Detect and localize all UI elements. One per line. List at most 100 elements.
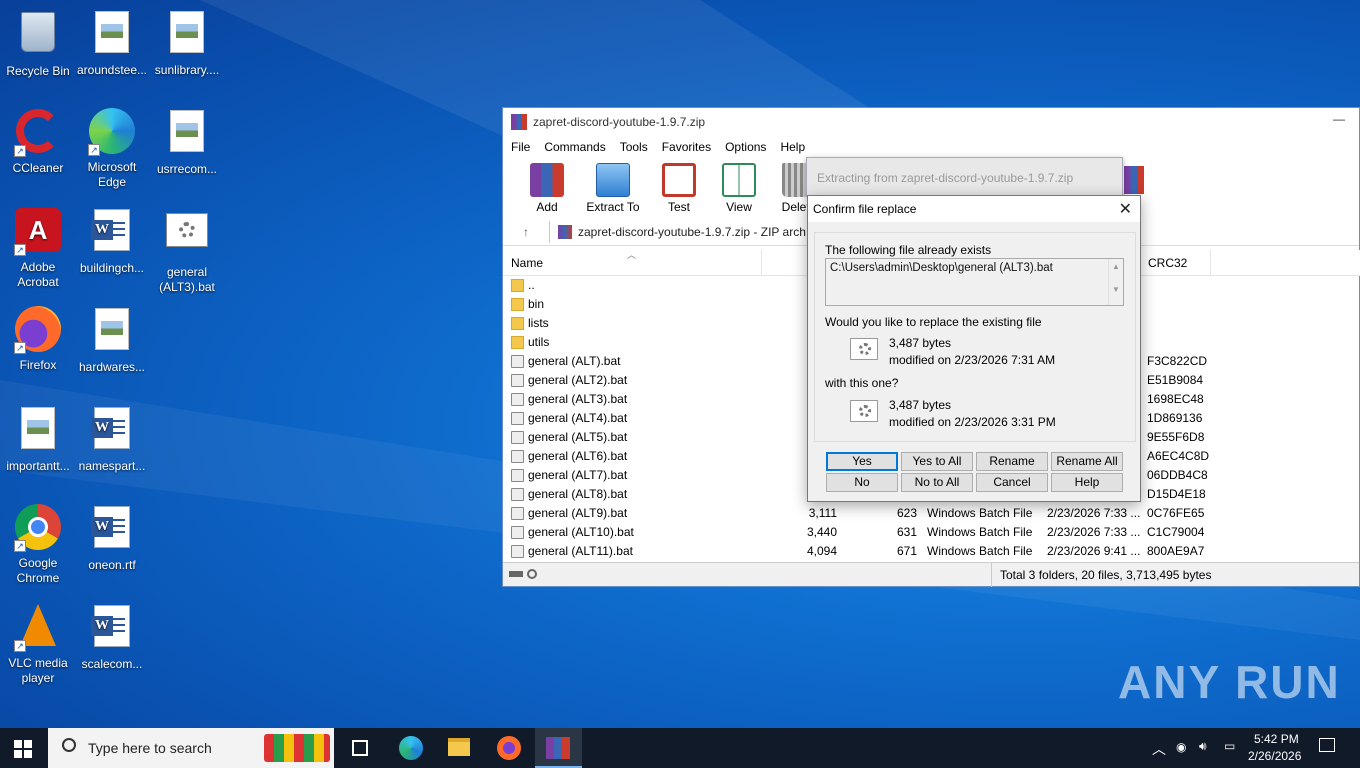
clock-time[interactable]: 5:42 PM	[1254, 732, 1299, 746]
column-crc32[interactable]: CRC32	[1148, 256, 1187, 270]
new-file-modified: modified on 2/23/2026 3:31 PM	[889, 415, 1056, 429]
file-crc: E51B9084	[1147, 373, 1204, 387]
file-type: Windows Batch File	[927, 506, 1033, 520]
word-doc-icon: W	[88, 506, 136, 554]
desktop-icon-usrrecom[interactable]: usrrecom...	[149, 107, 225, 177]
yes-to-all-button[interactable]: Yes to All	[901, 452, 973, 471]
menu-tools[interactable]: Tools	[620, 140, 648, 154]
desktop-icon-hardwares[interactable]: hardwares...	[74, 305, 150, 375]
desktop-icon-sunlibrary[interactable]: sunlibrary....	[149, 8, 225, 78]
volume-icon[interactable]: 🔊︎	[1199, 739, 1207, 754]
start-button[interactable]	[14, 740, 32, 758]
chevron-up-icon[interactable]: ︿	[1152, 739, 1166, 759]
file-name: bin	[528, 297, 545, 311]
batch-file-icon	[511, 412, 524, 425]
desktop-icon-edge[interactable]: ↗ Microsoft Edge	[74, 107, 150, 190]
no-button[interactable]: No	[826, 473, 898, 492]
desktop-icon-label: Recycle Bin	[6, 64, 70, 78]
batch-file-icon	[511, 488, 524, 501]
file-size: 3,111	[808, 506, 837, 520]
file-row[interactable]: general (ALT11).bat 4,094 671 Windows Batch…	[503, 542, 1360, 561]
menu-file[interactable]: File	[511, 140, 530, 154]
close-icon[interactable]: ✕	[1119, 199, 1132, 219]
existing-file-path[interactable]: C:\Users\admin\Desktop\general (ALT3).ba…	[825, 258, 1124, 306]
word-doc-icon: W	[88, 605, 136, 653]
drive-icon	[509, 571, 523, 577]
window-title: zapret-discord-youtube-1.9.7.zip	[533, 115, 706, 129]
extract-to-button[interactable]: Extract To	[583, 163, 643, 218]
desktop-icon-label: hardwares...	[78, 360, 146, 374]
desktop-icon-scalecom[interactable]: W scalecom...	[74, 602, 150, 672]
firefox-taskbar-icon[interactable]	[497, 736, 521, 760]
desktop-icon-vlc[interactable]: ↗ VLC media player	[0, 602, 76, 686]
up-arrow-icon[interactable]: ↑	[503, 225, 549, 239]
task-view-icon[interactable]	[352, 740, 368, 756]
winrar-logo-icon	[511, 114, 527, 130]
file-modified: 2/23/2026 7:33 ...	[1047, 506, 1141, 520]
batch-file-icon	[511, 374, 524, 387]
clock-date[interactable]: 2/26/2026	[1248, 749, 1301, 763]
desktop-icon-chrome[interactable]: ↗ Google Chrome	[0, 503, 76, 586]
network-icon[interactable]: ▭	[1224, 739, 1235, 753]
menu-options[interactable]: Options	[725, 140, 766, 154]
menu-commands[interactable]: Commands	[544, 140, 605, 154]
menu-help[interactable]: Help	[780, 140, 805, 154]
dialog-title: Confirm file replace	[813, 202, 917, 216]
rename-button[interactable]: Rename	[976, 452, 1048, 471]
image-file-icon	[14, 407, 62, 455]
extract-progress-dialog: Extracting from zapret-discord-youtube-1…	[806, 157, 1123, 197]
meet-now-icon[interactable]: ◉	[1176, 740, 1186, 754]
desktop-icon-ccleaner[interactable]: ↗ CCleaner	[0, 107, 76, 176]
desktop-icon-label: buildingch...	[79, 261, 145, 275]
menu-favorites[interactable]: Favorites	[662, 140, 711, 154]
desktop-icon-importantt[interactable]: importantt...	[0, 404, 76, 474]
add-archive-icon	[530, 163, 564, 197]
image-file-icon	[88, 308, 136, 356]
image-file-icon	[163, 11, 211, 59]
desktop-icon-label: Firefox	[19, 358, 57, 372]
desktop-icon-firefox[interactable]: ↗ Firefox	[0, 305, 76, 373]
file-name: general (ALT7).bat	[528, 468, 628, 482]
winrar-taskbar-button[interactable]	[535, 728, 582, 768]
exists-label: The following file already exists	[825, 243, 992, 257]
file-modified: 2/23/2026 9:41 ...	[1047, 544, 1141, 558]
file-modified: 2/23/2026 7:33 ...	[1047, 525, 1141, 539]
edge-taskbar-icon[interactable]	[399, 736, 423, 760]
desktop-icon-general-alt3[interactable]: general (ALT3).bat	[149, 206, 225, 295]
desktop-icon-recycle-bin[interactable]: Recycle Bin	[0, 8, 76, 79]
taskbar-search-box[interactable]: Type here to search	[48, 728, 334, 768]
desktop-icon-oneon[interactable]: W oneon.rtf	[74, 503, 150, 573]
minimize-button[interactable]: —	[1333, 112, 1345, 126]
replace-question: Would you like to replace the existing f…	[825, 315, 1042, 329]
desktop-icon-buildingch[interactable]: W buildingch...	[74, 206, 150, 276]
cancel-button[interactable]: Cancel	[976, 473, 1048, 492]
yes-button[interactable]: Yes	[826, 452, 898, 471]
file-name: general (ALT9).bat	[528, 506, 628, 520]
desktop-icon-acrobat[interactable]: A ↗ Adobe Acrobat	[0, 206, 76, 290]
file-row[interactable]: general (ALT9).bat 3,111 623 Windows Batch …	[503, 504, 1360, 523]
add-button[interactable]: Add	[523, 163, 571, 218]
batch-file-icon	[163, 213, 211, 261]
test-button[interactable]: Test	[655, 163, 703, 218]
window-titlebar: zapret-discord-youtube-1.9.7.zip —	[503, 108, 1359, 136]
notification-icon[interactable]	[1319, 738, 1335, 752]
help-button[interactable]: Help	[1051, 473, 1123, 492]
zip-archive-icon	[558, 224, 572, 239]
desktop-icon-label: importantt...	[6, 459, 70, 473]
word-doc-icon: W	[88, 407, 136, 455]
no-to-all-button[interactable]: No to All	[901, 473, 973, 492]
vlc-icon: ↗	[14, 604, 62, 652]
archive-path[interactable]: zapret-discord-youtube-1.9.7.zip - ZIP a…	[549, 220, 806, 243]
desktop-icon-label: oneon.rtf	[88, 558, 136, 572]
file-row[interactable]: general (ALT10).bat 3,440 631 Windows Batch…	[503, 523, 1360, 542]
file-explorer-icon[interactable]	[448, 738, 470, 756]
view-button[interactable]: View	[715, 163, 763, 218]
rename-all-button[interactable]: Rename All	[1051, 452, 1123, 471]
file-name: ..	[528, 278, 535, 292]
old-file-gear-icon	[850, 338, 878, 360]
desktop-icon-label: Microsoft Edge	[87, 160, 137, 189]
desktop-icon-namespart[interactable]: W namespart...	[74, 404, 150, 474]
column-name[interactable]: Name	[511, 256, 543, 270]
desktop-icon-aroundstee[interactable]: aroundstee...	[74, 8, 150, 78]
path-scrollbar[interactable]: ▲ ▼	[1108, 259, 1123, 305]
